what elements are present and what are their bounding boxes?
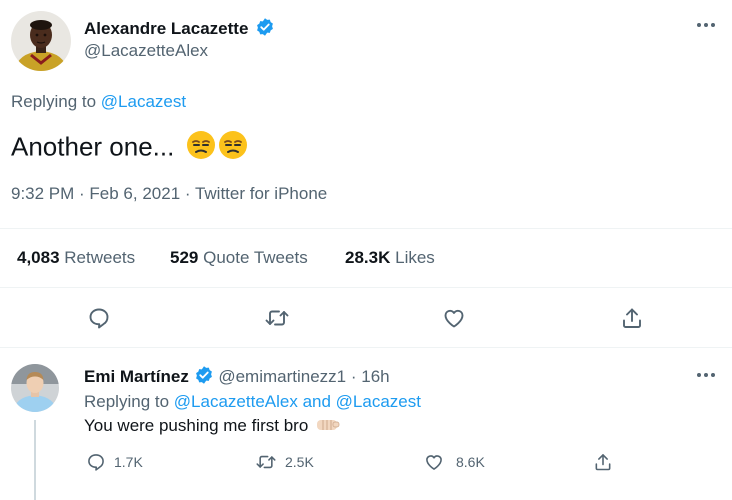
reply-author-avatar[interactable] xyxy=(11,364,59,412)
reply-more-options-icon[interactable] xyxy=(697,373,715,377)
replying-to-line: Replying to @Lacazest xyxy=(11,92,186,112)
more-options-icon[interactable] xyxy=(697,23,715,27)
author-name-text[interactable]: Alexandre Lacazette xyxy=(84,19,248,38)
reply-retweet-button[interactable]: 2.5K xyxy=(255,452,314,472)
retweet-count: 2.5K xyxy=(285,454,314,470)
likes-count: 28.3K xyxy=(345,248,391,267)
reply-time[interactable]: 16h xyxy=(361,367,389,386)
reply-text: You were pushing me first bro xyxy=(84,416,341,438)
share-icon xyxy=(595,454,611,471)
verified-badge-icon xyxy=(194,365,214,390)
quote-tweets-count: 529 xyxy=(170,248,199,267)
likes-label: Likes xyxy=(395,248,435,267)
replying-to-link[interactable]: @Lacazest xyxy=(101,92,186,111)
reply-reply-button[interactable]: 1.7K xyxy=(86,452,143,472)
tweet-timestamp[interactable]: 9:32 PM · Feb 6, 2021 · Twitter for iPho… xyxy=(11,184,327,204)
heart-icon xyxy=(426,455,442,470)
reply-author-name[interactable]: Emi Martínez xyxy=(84,367,189,386)
divider xyxy=(0,287,732,288)
reply-button[interactable] xyxy=(84,303,114,333)
tweet-text: Another one... xyxy=(11,130,248,167)
like-count: 8.6K xyxy=(456,454,485,470)
reply-replying-to-label: Replying to xyxy=(84,392,170,411)
raised-fist-emoji-icon xyxy=(315,417,341,438)
heart-icon xyxy=(444,309,464,328)
quote-tweets-label: Quote Tweets xyxy=(203,248,308,267)
quote-tweets-stat[interactable]: 529 Quote Tweets xyxy=(170,248,308,268)
reply-share-button[interactable] xyxy=(593,452,613,477)
unamused-face-emoji-icon xyxy=(186,130,216,167)
retweets-count: 4,083 xyxy=(17,248,60,267)
unamused-face-emoji-icon xyxy=(218,130,248,167)
reply-icon xyxy=(89,308,109,329)
retweet-button[interactable] xyxy=(262,303,292,333)
reply-icon xyxy=(88,454,104,471)
verified-badge-icon xyxy=(255,17,275,42)
tweet-text-content: Another one... xyxy=(11,131,175,162)
reply-thread-line xyxy=(34,420,36,500)
reply-text-content: You were pushing me first bro xyxy=(84,416,309,435)
likes-stat[interactable]: 28.3K Likes xyxy=(345,248,435,268)
replying-to-label: Replying to xyxy=(11,92,97,111)
reply-replying-to-link[interactable]: @LacazetteAlex and @Lacazest xyxy=(174,392,421,411)
retweets-label: Retweets xyxy=(64,248,136,267)
author-name[interactable]: Alexandre Lacazette xyxy=(84,17,275,42)
reply-replying-to-line: Replying to @LacazetteAlex and @Lacazest xyxy=(84,392,421,412)
author-avatar[interactable] xyxy=(11,11,71,71)
like-button[interactable] xyxy=(439,303,469,333)
reply-separator: · xyxy=(350,367,357,386)
retweet-icon xyxy=(256,455,276,469)
reply-like-button[interactable]: 8.6K xyxy=(424,452,485,472)
reply-count: 1.7K xyxy=(114,454,143,470)
retweet-icon xyxy=(265,310,289,326)
author-handle[interactable]: @LacazetteAlex xyxy=(84,41,208,61)
reply-header: Emi Martínez @emimartinezz1 · 16h xyxy=(84,365,390,390)
share-icon xyxy=(623,308,641,328)
share-button[interactable] xyxy=(617,303,647,333)
reply-author-handle[interactable]: @emimartinezz1 xyxy=(218,367,346,386)
retweets-stat[interactable]: 4,083 Retweets xyxy=(17,248,135,268)
divider xyxy=(0,347,732,348)
divider xyxy=(0,228,732,229)
